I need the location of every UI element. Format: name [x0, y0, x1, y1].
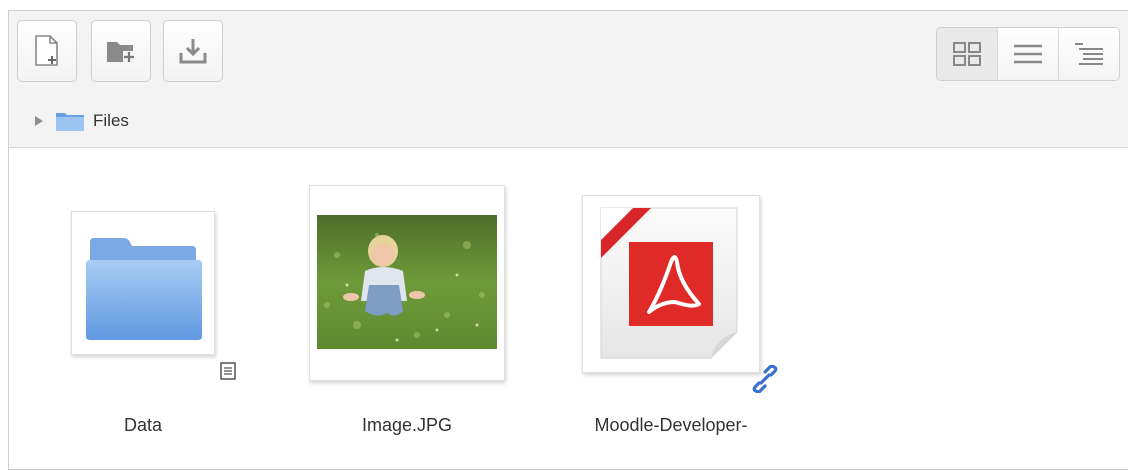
pdf-icon — [600, 207, 738, 359]
details-icon[interactable] — [219, 362, 237, 380]
file-name: Moodle-Developer- — [594, 415, 748, 435]
file-name: Image.JPG — [361, 415, 453, 435]
pdf-thumbnail[interactable] — [582, 195, 760, 373]
add-file-button[interactable] — [17, 20, 77, 82]
download-button[interactable] — [163, 20, 223, 82]
tree-view-icon — [1075, 43, 1103, 65]
image-preview — [317, 215, 497, 349]
tree-view-button[interactable] — [1058, 28, 1119, 80]
grid-view-button[interactable] — [937, 28, 997, 80]
create-folder-button[interactable] — [91, 20, 151, 82]
view-mode-group — [936, 27, 1120, 81]
list-view-icon — [1014, 44, 1042, 64]
breadcrumb-label[interactable]: Files — [93, 111, 129, 131]
toolbar — [9, 11, 1128, 96]
folder-icon — [56, 113, 84, 131]
folder-thumbnail[interactable] — [71, 211, 215, 355]
new-folder-icon — [107, 42, 135, 63]
breadcrumb: Files — [9, 95, 1128, 148]
new-file-icon — [35, 35, 58, 66]
folder-large-icon — [86, 238, 202, 340]
list-view-button[interactable] — [997, 28, 1058, 80]
download-icon — [179, 39, 207, 64]
expand-arrow-icon[interactable] — [35, 116, 43, 126]
file-manager: Files Data Image.JPG Moodle-Developer- — [8, 10, 1128, 470]
image-thumbnail[interactable] — [309, 185, 505, 381]
link-icon[interactable] — [751, 365, 779, 393]
file-name: Data — [123, 415, 163, 435]
grid-view-icon — [953, 42, 981, 66]
